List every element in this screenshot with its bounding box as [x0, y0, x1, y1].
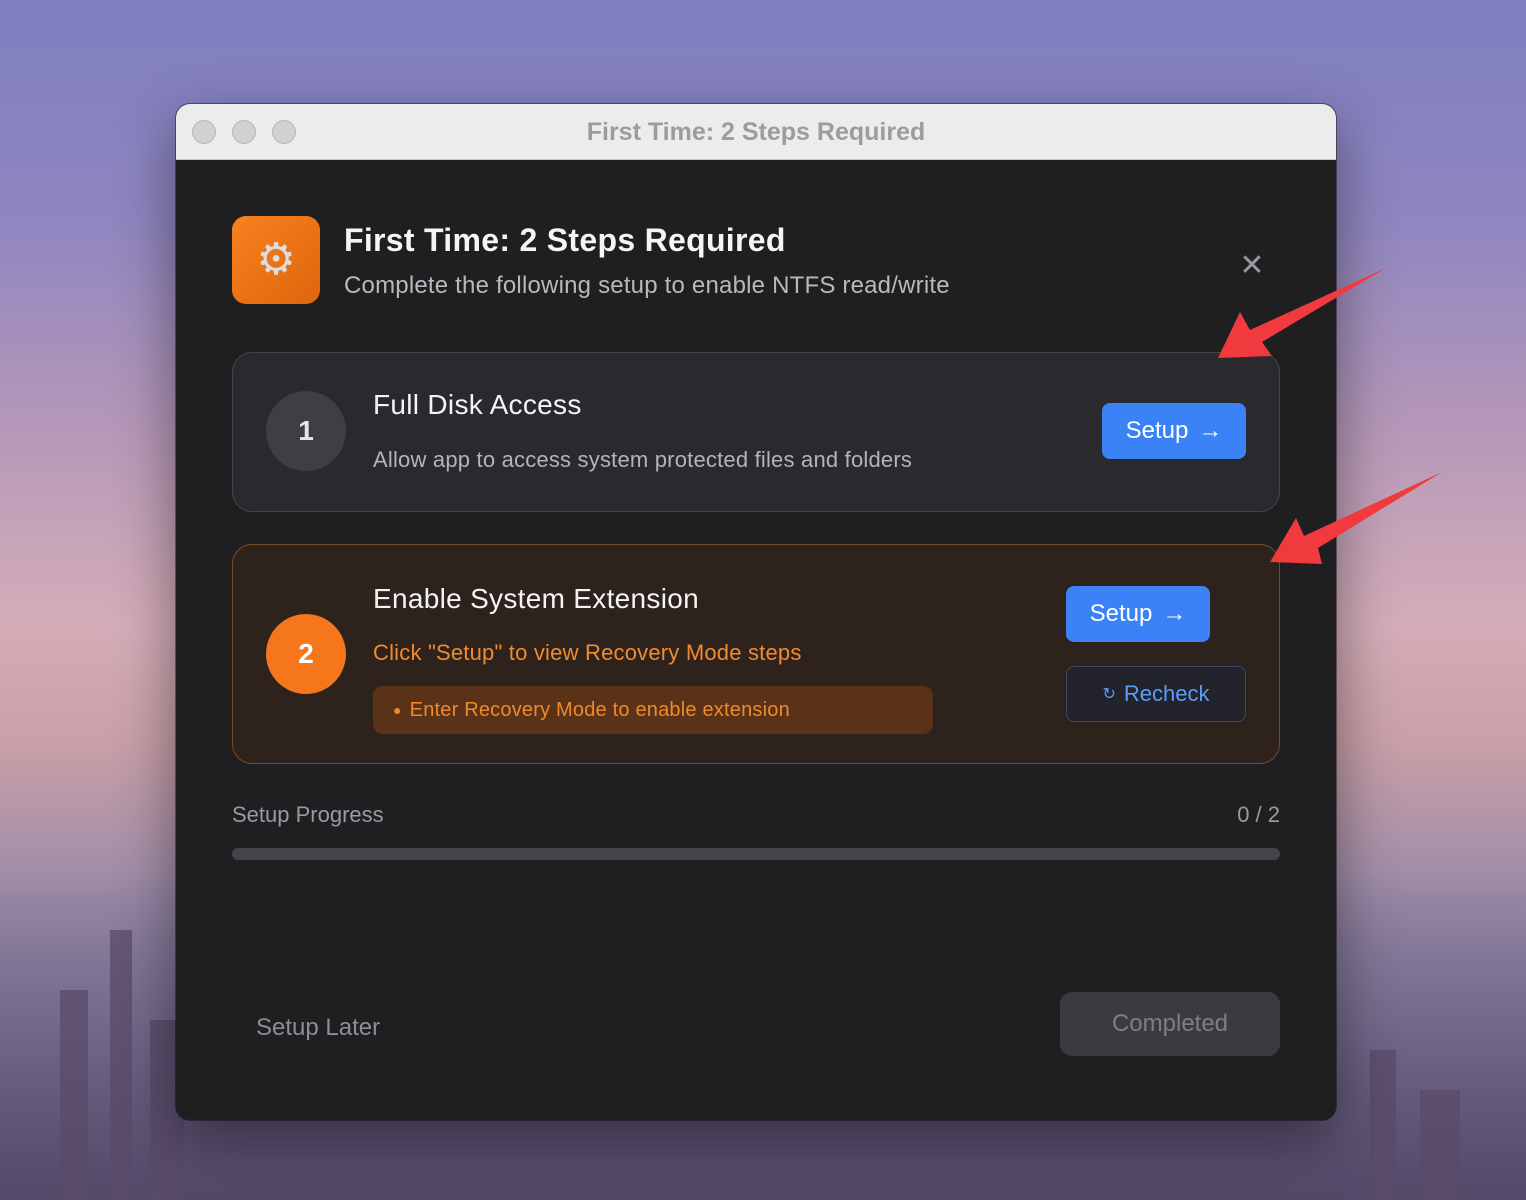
- completed-button: Completed: [1060, 992, 1280, 1056]
- step-card-full-disk-access: 1 Full Disk Access Allow app to access s…: [232, 352, 1280, 512]
- bullet-icon: ●: [393, 702, 402, 718]
- step-description: Allow app to access system protected fil…: [373, 447, 913, 472]
- progress-count: 0 / 2: [1237, 802, 1280, 827]
- dialog-subtitle: Complete the following setup to enable N…: [344, 272, 950, 299]
- setup-window: First Time: 2 Steps Required ⚙ First Tim…: [176, 104, 1336, 1120]
- setup-button[interactable]: Setup →: [1066, 586, 1210, 642]
- dialog-title: First Time: 2 Steps Required: [344, 222, 786, 258]
- recovery-hint: ● Enter Recovery Mode to enable extensio…: [373, 686, 933, 734]
- step-title: Enable System Extension: [373, 583, 699, 614]
- recheck-button-label: Recheck: [1123, 681, 1210, 706]
- title-bar: First Time: 2 Steps Required: [176, 104, 1336, 160]
- setup-later-button[interactable]: Setup Later: [256, 1014, 380, 1042]
- hint-text: Enter Recovery Mode to enable extension: [409, 698, 790, 721]
- step-card-system-extension: 2 Enable System Extension Click "Setup" …: [232, 544, 1280, 764]
- step-description: Click "Setup" to view Recovery Mode step…: [373, 640, 802, 665]
- recheck-button[interactable]: ↻ Recheck: [1066, 666, 1246, 722]
- arrow-right-icon: →: [1198, 417, 1223, 444]
- step-title: Full Disk Access: [373, 389, 582, 420]
- setup-button[interactable]: Setup →: [1102, 403, 1246, 459]
- setup-button-label: Setup: [1089, 600, 1153, 627]
- refresh-icon: ↻: [1102, 686, 1116, 703]
- arrow-right-icon: →: [1162, 600, 1187, 627]
- setup-button-label: Setup: [1125, 417, 1189, 444]
- step-number-badge: 2: [266, 614, 346, 694]
- close-icon[interactable]: ✕: [1238, 251, 1266, 281]
- gear-icon: ⚙: [232, 216, 320, 304]
- progress-label: Setup Progress: [232, 802, 384, 827]
- step-number-badge: 1: [266, 391, 346, 471]
- window-title: First Time: 2 Steps Required: [586, 118, 926, 146]
- progress-bar: [232, 848, 1280, 860]
